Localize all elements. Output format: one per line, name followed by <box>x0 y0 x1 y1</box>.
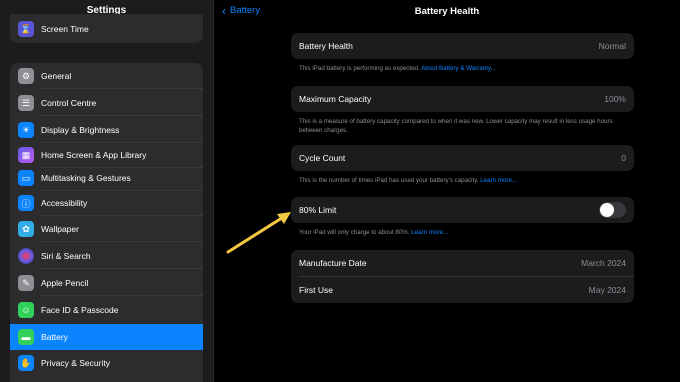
limit-note: Your iPad will only charge to about 80%.… <box>299 228 629 237</box>
first-use-value: May 2024 <box>588 285 626 295</box>
sidebar-item-label: Siri & Search <box>41 251 91 261</box>
battery-health-card: Battery Health Normal <box>291 33 634 59</box>
sidebar-item-label: Multitasking & Gestures <box>41 173 131 183</box>
sidebar-item-wallpaper[interactable]: ✿ Wallpaper <box>10 216 203 242</box>
sidebar-item-display-brightness[interactable]: ☀ Display & Brightness <box>10 117 203 143</box>
siri-icon <box>18 248 34 264</box>
sidebar-item-control-centre[interactable]: ☰ Control Centre <box>10 90 203 116</box>
battery-health-panel: ‹ Battery Battery Health Battery Health … <box>214 0 680 382</box>
limit-row: 80% Limit <box>291 197 634 223</box>
sidebar-item-label: Control Centre <box>41 98 97 108</box>
max-capacity-value: 100% <box>604 94 626 104</box>
sidebar-item-siri-search[interactable]: Siri & Search <box>10 243 203 269</box>
limit-toggle[interactable] <box>599 202 626 218</box>
page-title: Battery Health <box>414 6 480 17</box>
first-use-label: First Use <box>299 285 333 295</box>
battery-health-note-text: This iPad battery is performing as expec… <box>299 65 420 72</box>
annotation-arrow-icon <box>226 212 291 254</box>
about-battery-warranty-link[interactable]: About Battery & Warranty... <box>421 65 496 72</box>
cycle-count-note-text: This is the number of times iPad has use… <box>299 177 479 184</box>
sidebar-item-label: Screen Time <box>41 24 89 34</box>
max-capacity-label: Maximum Capacity <box>299 94 372 104</box>
sidebar-item-general[interactable]: ⚙ General <box>10 63 203 89</box>
sidebar-group-main: ⚙ General ☰ Control Centre ☀ Display & B… <box>10 63 203 382</box>
sidebar-item-label: Face ID & Passcode <box>41 305 119 315</box>
first-use-row: First Use May 2024 <box>291 277 634 303</box>
pencil-icon: ✎ <box>18 275 34 291</box>
sidebar-group-screen-time: ⌛ Screen Time <box>10 14 203 43</box>
sidebar-item-battery[interactable]: ▬ Battery <box>10 324 203 350</box>
sliders-icon: ☰ <box>18 95 34 111</box>
sidebar-item-label: Accessibility <box>41 198 88 208</box>
hourglass-icon: ⌛ <box>18 21 34 37</box>
hand-icon: ✋ <box>18 355 34 371</box>
limit-card: 80% Limit <box>291 197 634 223</box>
limit-label: 80% Limit <box>299 205 337 215</box>
cycle-count-label: Cycle Count <box>299 153 346 163</box>
manufacture-date-row: Manufacture Date March 2024 <box>291 250 634 276</box>
sidebar-item-label: Battery <box>41 332 68 342</box>
cycle-count-card: Cycle Count 0 <box>291 145 634 171</box>
settings-sidebar: Settings ⌛ Screen Time ⚙ General ☰ Contr… <box>0 0 214 382</box>
manufacture-date-label: Manufacture Date <box>299 258 367 268</box>
limit-learn-more-link[interactable]: Learn more... <box>411 229 448 236</box>
cycle-count-row: Cycle Count 0 <box>291 145 634 171</box>
flower-icon: ✿ <box>18 221 34 237</box>
limit-note-text: Your iPad will only charge to about 80%. <box>299 229 410 236</box>
sidebar-item-label: General <box>41 71 72 81</box>
sidebar-item-face-id[interactable]: ☺ Face ID & Passcode <box>10 297 203 323</box>
dates-card: Manufacture Date March 2024 First Use Ma… <box>291 250 634 303</box>
manufacture-date-value: March 2024 <box>581 258 626 268</box>
max-capacity-card: Maximum Capacity 100% <box>291 86 634 112</box>
cycle-count-learn-more-link[interactable]: Learn more... <box>480 177 517 184</box>
sidebar-item-label: Wallpaper <box>41 224 79 234</box>
sun-icon: ☀ <box>18 122 34 138</box>
cycle-count-note: This is the number of times iPad has use… <box>299 176 629 185</box>
sidebar-item-label: Apple Pencil <box>41 278 89 288</box>
grid-icon: ▦ <box>18 147 34 163</box>
battery-health-label: Battery Health <box>299 41 353 51</box>
sidebar-item-privacy-security[interactable]: ✋ Privacy & Security <box>10 350 203 376</box>
max-capacity-note: This is a measure of battery capacity co… <box>299 118 613 134</box>
cycle-count-value: 0 <box>621 153 626 163</box>
sidebar-item-multitasking[interactable]: ▭ Multitasking & Gestures <box>10 165 203 191</box>
toggle-knob <box>600 203 614 217</box>
gear-icon: ⚙ <box>18 68 34 84</box>
faceid-icon: ☺ <box>18 302 34 318</box>
sidebar-item-accessibility[interactable]: ⓘ Accessibility <box>10 190 203 216</box>
max-capacity-row: Maximum Capacity 100% <box>291 86 634 112</box>
sidebar-item-label: Home Screen & App Library <box>41 150 147 160</box>
battery-health-row: Battery Health Normal <box>291 33 634 59</box>
battery-health-note: This iPad battery is performing as expec… <box>299 64 629 73</box>
accessibility-icon: ⓘ <box>18 195 34 211</box>
sidebar-item-label: Privacy & Security <box>41 358 110 368</box>
battery-icon: ▬ <box>18 329 34 345</box>
sidebar-item-screen-time[interactable]: ⌛ Screen Time <box>10 16 203 42</box>
multitask-icon: ▭ <box>18 170 34 186</box>
sidebar-item-label: Display & Brightness <box>41 125 120 135</box>
sidebar-item-apple-pencil[interactable]: ✎ Apple Pencil <box>10 270 203 296</box>
battery-health-value: Normal <box>598 41 626 51</box>
